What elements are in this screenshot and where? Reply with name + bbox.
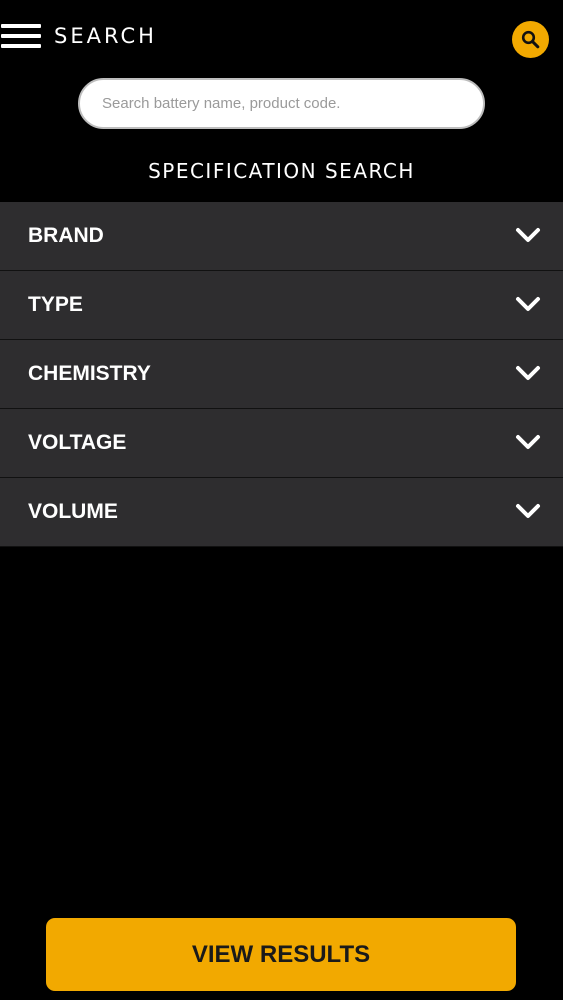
filter-chemistry-dropdown[interactable]: CHEMISTRY	[0, 340, 563, 409]
search-button[interactable]	[512, 21, 549, 58]
filter-label: VOLUME	[28, 500, 118, 523]
chevron-down-icon	[516, 228, 540, 242]
chevron-down-icon	[516, 366, 540, 380]
section-title: SPECIFICATION SEARCH	[148, 159, 415, 183]
chevron-down-icon	[516, 504, 540, 518]
page-title: SEARCH	[54, 24, 157, 48]
magnifier-icon	[521, 30, 540, 49]
chevron-down-icon	[516, 435, 540, 449]
search-field[interactable]	[78, 78, 485, 129]
filter-label: CHEMISTRY	[28, 362, 151, 385]
filter-volume-dropdown[interactable]: VOLUME	[0, 478, 563, 547]
search-input[interactable]	[102, 80, 462, 127]
filter-label: TYPE	[28, 293, 83, 316]
app-header: SEARCH	[0, 0, 563, 72]
view-results-label: VIEW RESULTS	[191, 941, 371, 968]
chevron-down-icon	[516, 297, 540, 311]
filter-label: BRAND	[28, 224, 104, 247]
filter-type-dropdown[interactable]: TYPE	[0, 271, 563, 340]
filter-brand-dropdown[interactable]: BRAND	[0, 202, 563, 271]
hamburger-menu-icon[interactable]	[1, 24, 41, 48]
filter-label: VOLTAGE	[28, 431, 127, 454]
filter-list: BRAND TYPE CHEMISTRY VOLTAGE VOLUME	[0, 202, 563, 547]
view-results-button[interactable]: VIEW RESULTS	[46, 918, 516, 991]
filter-voltage-dropdown[interactable]: VOLTAGE	[0, 409, 563, 478]
